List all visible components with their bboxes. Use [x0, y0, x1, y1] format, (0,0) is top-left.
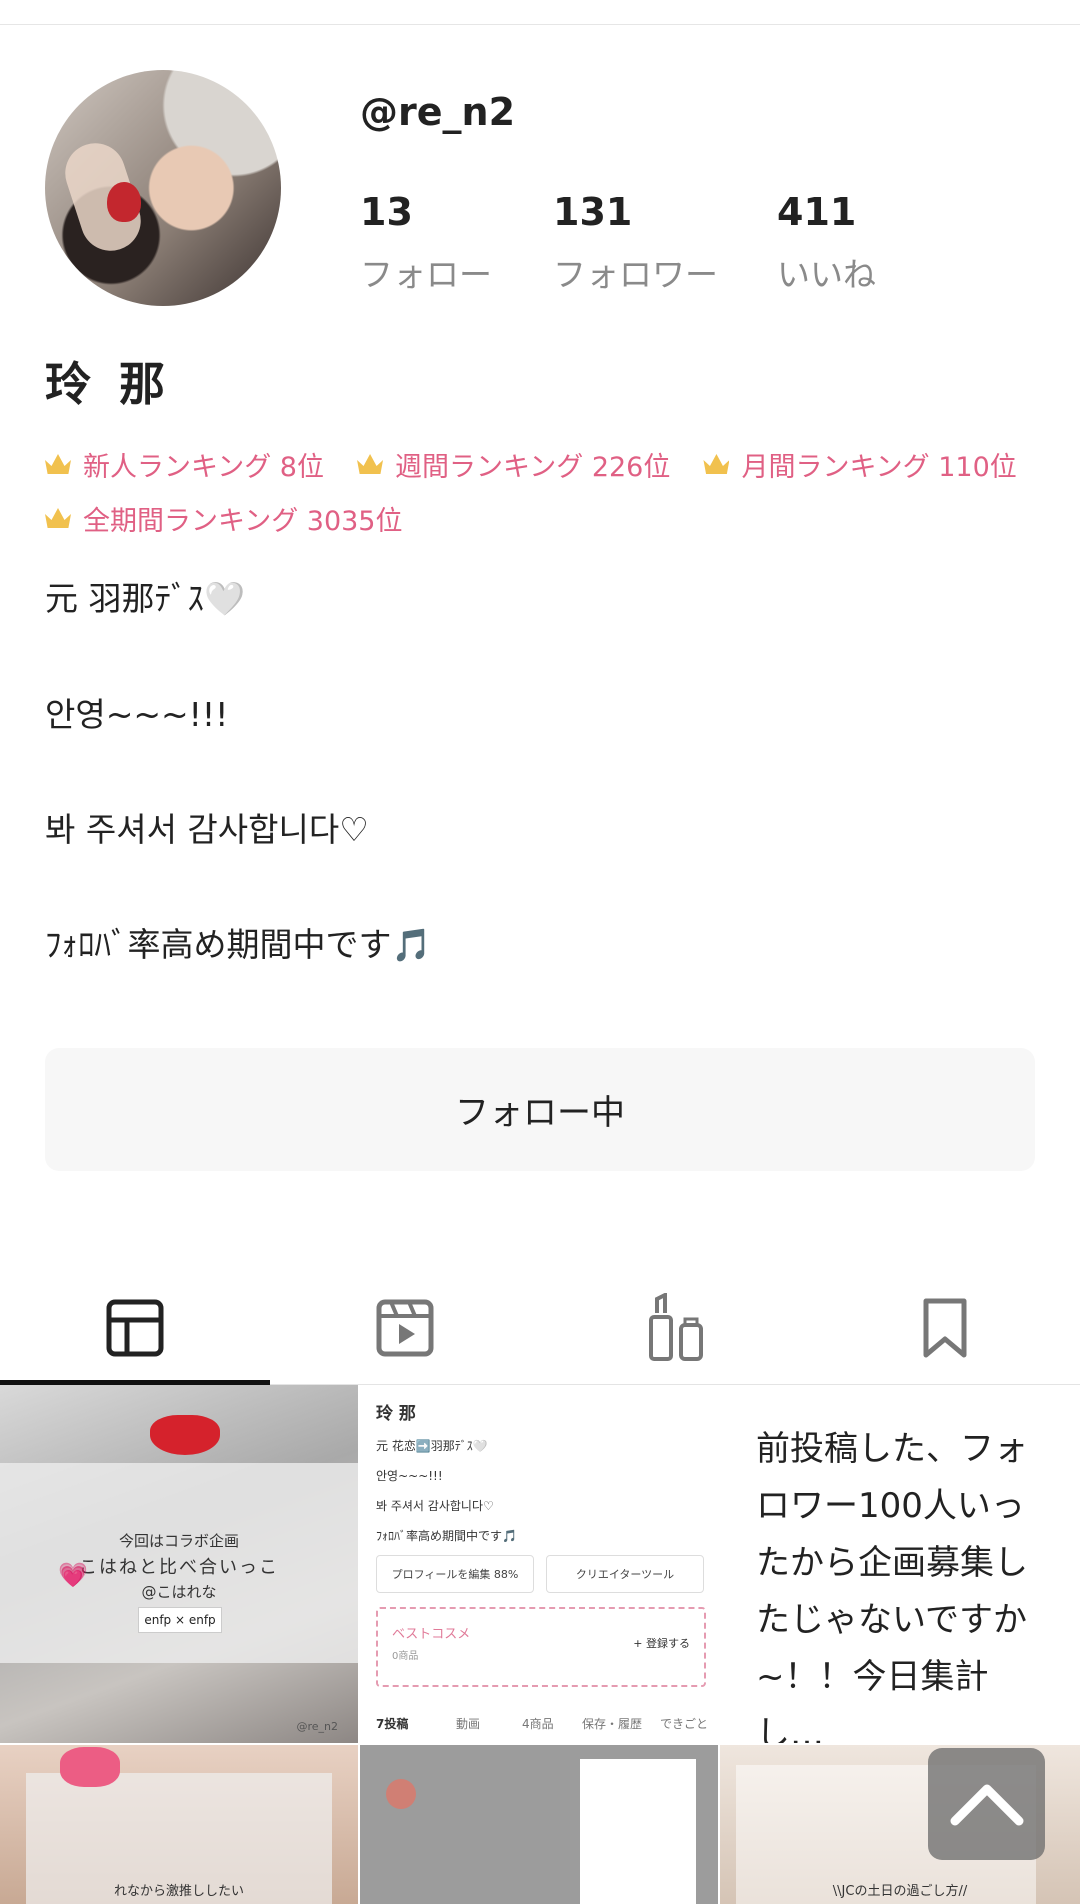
ranking-list: 新人ランキング 8位 週間ランキング 226位 月間ランキング 110位 全期間…: [45, 437, 1045, 545]
post-thumbnail-1[interactable]: 今回はコラボ企画 こはねと比べ合いっこ @こはれな 💗 enfp × enfp …: [0, 1385, 358, 1743]
profile-avatar[interactable]: [45, 70, 281, 306]
bio-line-3: 봐 주셔서 감사합니다♡: [45, 810, 369, 849]
post2-bio-3: 봐 주셔서 감사합니다♡: [376, 1499, 494, 1513]
post5-avatar-shape: [386, 1779, 416, 1809]
ranking-badge-new[interactable]: 新人ランキング 8位: [45, 437, 324, 491]
post6-text: \\JCの土日の過ごし方//: [832, 1884, 968, 1899]
post2-tab-1: 7投稿: [376, 1717, 409, 1731]
ranking-label: 全期間ランキング 3035位: [83, 505, 403, 537]
following-button[interactable]: フォロー中: [45, 1048, 1035, 1171]
post-thumbnail-2[interactable]: 玲 那 元 花恋➡️羽那ﾃﾞｽ🤍 안영~~~!!! 봐 주셔서 감사합니다♡ ﾌ…: [360, 1385, 718, 1743]
crown-icon: [45, 508, 71, 528]
ranking-label: 週間ランキング 226位: [395, 451, 671, 483]
profile-tabs: [0, 1270, 1080, 1385]
post2-tab-3: 4商品: [522, 1717, 554, 1731]
post4-bow-shape: [60, 1747, 120, 1787]
post2-tab-5: できごと: [660, 1717, 709, 1731]
post-thumbnail-3[interactable]: 前投稿した、フォロワー100人いったから企画募集したじゃないですか~！！今日集計…: [720, 1385, 1080, 1743]
crown-icon: [703, 454, 730, 474]
post2-tab-2: 動画: [456, 1717, 481, 1731]
bookmark-icon: [923, 1298, 967, 1357]
stat-following-count: 13: [360, 190, 413, 234]
post2-best-cosme-label: ベストコスメ: [392, 1627, 471, 1642]
post1-corner-handle: @re_n2: [296, 1720, 338, 1733]
post1-line1: 今回はコラボ企画: [118, 1532, 239, 1550]
bio-line-1: 元 羽那ﾃﾞｽ🤍: [45, 579, 246, 618]
chevron-up-icon: [950, 1784, 1023, 1826]
ranking-label: 月間ランキング 110位: [741, 451, 1017, 483]
post2-bio-1: 元 花恋➡️羽那ﾃﾞｽ🤍: [376, 1439, 488, 1453]
post2-best-cosme-box: ベストコスメ 0商品 + 登録する: [376, 1607, 706, 1687]
post2-item-count: 0商品: [392, 1651, 419, 1662]
bio-line-4: ﾌｫﾛﾊﾞ率高め期間中です🎵: [45, 918, 431, 966]
stat-following[interactable]: 13 フォロー: [360, 190, 492, 296]
post2-edit-profile-button: プロフィールを編集 88%: [376, 1555, 534, 1593]
post1-tag: enfp × enfp: [138, 1607, 222, 1633]
post2-tab-4: 保存・履歴: [582, 1717, 643, 1731]
post3-text: 前投稿した、フォロワー100人いったから企画募集したじゃないですか~！！今日集計…: [756, 1429, 1028, 1743]
crown-icon: [45, 454, 71, 474]
avatar-strawberry-shape: [107, 182, 141, 222]
crown-icon: [357, 454, 384, 474]
post2-bio-2: 안영~~~!!!: [376, 1469, 443, 1483]
profile-handle: @re_n2: [360, 90, 516, 134]
post2-register: + 登録する: [633, 1637, 690, 1650]
post4-text: れなから激推ししたい: [113, 1884, 244, 1899]
stat-followers-label: フォロワー: [553, 255, 718, 294]
post1-line3: @こはれな: [141, 1583, 217, 1601]
post-thumbnail-5[interactable]: [360, 1745, 718, 1904]
scroll-to-top-button[interactable]: [928, 1748, 1045, 1860]
video-play-icon: [376, 1299, 434, 1356]
post1-line2: こはねと比べ合いっこ: [79, 1557, 279, 1578]
stat-likes-label: いいね: [777, 255, 876, 294]
tab-posts[interactable]: [0, 1270, 270, 1385]
bio-line-2: 안영~~~!!!: [45, 695, 229, 734]
stat-following-label: フォロー: [360, 255, 492, 294]
stat-followers-count: 131: [553, 190, 633, 234]
tab-saved[interactable]: [810, 1270, 1080, 1385]
stat-likes-count: 411: [777, 190, 857, 234]
heart-emoji-icon: 💗: [58, 1561, 88, 1589]
tab-cosmetics[interactable]: [540, 1270, 810, 1385]
post5-screenshot-shape: [580, 1759, 696, 1904]
post2-creator-tool-button: クリエイターツール: [546, 1555, 704, 1593]
ranking-badge-alltime[interactable]: 全期間ランキング 3035位: [45, 491, 403, 545]
grid-layout-icon: [106, 1299, 164, 1356]
display-name: 玲 那: [45, 357, 172, 411]
post2-bio-4: ﾌｫﾛﾊﾞ率高め期間中です🎵: [376, 1529, 517, 1543]
hello-kitty-bow-shape: [150, 1415, 220, 1455]
post2-name: 玲 那: [376, 1404, 416, 1424]
top-divider: [0, 24, 1080, 25]
music-note-icon: 🎵: [391, 926, 432, 964]
ranking-badge-weekly[interactable]: 週間ランキング 226位: [357, 437, 670, 491]
cosmetics-icon: [649, 1292, 703, 1361]
ranking-badge-monthly[interactable]: 月間ランキング 110位: [703, 437, 1017, 491]
tab-videos[interactable]: [270, 1270, 540, 1385]
post-thumbnail-4[interactable]: れなから激推ししたい: [0, 1745, 358, 1904]
ranking-label: 新人ランキング 8位: [83, 451, 324, 483]
stat-followers[interactable]: 131 フォロワー: [553, 190, 718, 296]
stat-likes[interactable]: 411 いいね: [777, 190, 876, 296]
bio-line-4-text: ﾌｫﾛﾊﾞ率高め期間中です: [45, 925, 392, 964]
